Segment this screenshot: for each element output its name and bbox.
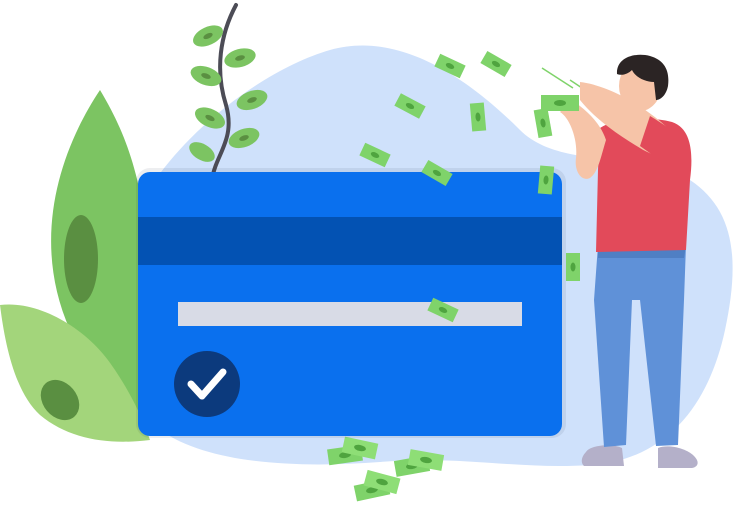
credit-card-icon	[136, 168, 566, 438]
payment-illustration	[0, 3, 733, 502]
leaf-plant-icon	[0, 90, 150, 442]
signature-strip	[178, 302, 522, 326]
magnetic-stripe	[138, 217, 562, 265]
checkmark-icon	[174, 351, 240, 417]
